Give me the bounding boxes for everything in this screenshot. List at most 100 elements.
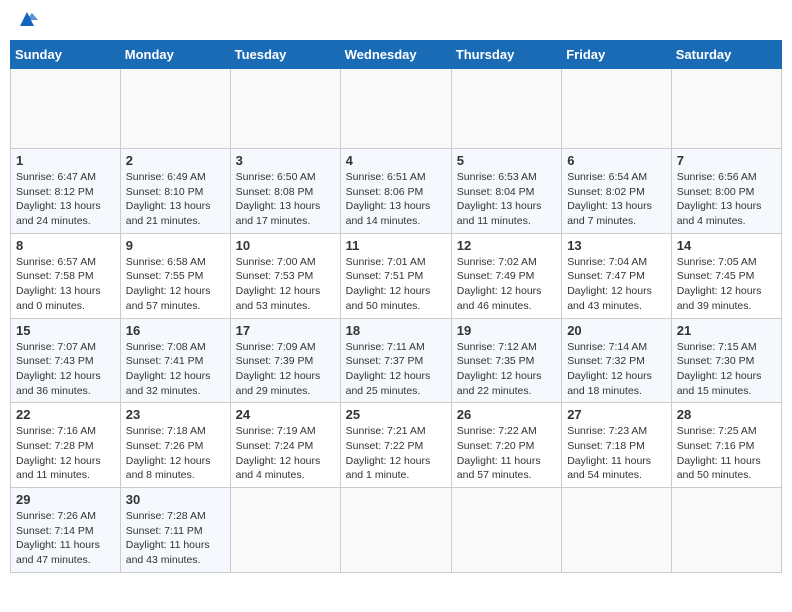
day-info: Sunrise: 7:05 AMSunset: 7:45 PMDaylight:… [677,255,776,314]
calendar-cell: 9 Sunrise: 6:58 AMSunset: 7:55 PMDaylight… [120,233,230,318]
calendar-cell [11,69,121,149]
calendar-cell: 28 Sunrise: 7:25 AMSunset: 7:16 PMDayligh… [671,403,781,488]
calendar-week-row: 22 Sunrise: 7:16 AMSunset: 7:28 PMDayligh… [11,403,782,488]
calendar-cell [671,69,781,149]
column-header-saturday: Saturday [671,41,781,69]
column-header-thursday: Thursday [451,41,561,69]
day-number: 4 [346,153,446,168]
calendar-cell: 2 Sunrise: 6:49 AMSunset: 8:10 PMDaylight… [120,149,230,234]
day-number: 14 [677,238,776,253]
calendar-cell: 25 Sunrise: 7:21 AMSunset: 7:22 PMDayligh… [340,403,451,488]
calendar-week-row: 15 Sunrise: 7:07 AMSunset: 7:43 PMDayligh… [11,318,782,403]
day-info: Sunrise: 7:16 AMSunset: 7:28 PMDaylight:… [16,424,115,483]
calendar-cell [120,69,230,149]
calendar-cell: 11Sunrise: 7:01 AMSunset: 7:51 PMDayligh… [340,233,451,318]
calendar-cell: 15 Sunrise: 7:07 AMSunset: 7:43 PMDayligh… [11,318,121,403]
day-number: 17 [236,323,335,338]
calendar-cell [230,488,340,573]
calendar-cell: 30 Sunrise: 7:28 AMSunset: 7:11 PMDayligh… [120,488,230,573]
calendar-cell: 7Sunrise: 6:56 AMSunset: 8:00 PMDaylight… [671,149,781,234]
day-info: Sunrise: 7:11 AMSunset: 7:37 PMDaylight:… [346,340,446,399]
day-info: Sunrise: 7:28 AMSunset: 7:11 PMDaylight:… [126,509,225,568]
calendar-cell: 13Sunrise: 7:04 AMSunset: 7:47 PMDayligh… [562,233,672,318]
day-number: 20 [567,323,666,338]
day-number: 28 [677,407,776,422]
day-info: Sunrise: 7:09 AMSunset: 7:39 PMDaylight:… [236,340,335,399]
day-info: Sunrise: 7:25 AMSunset: 7:16 PMDaylight:… [677,424,776,483]
calendar-cell [451,488,561,573]
day-number: 21 [677,323,776,338]
day-number: 10 [236,238,335,253]
day-number: 16 [126,323,225,338]
day-number: 25 [346,407,446,422]
calendar-cell [340,488,451,573]
calendar-cell: 23 Sunrise: 7:18 AMSunset: 7:26 PMDayligh… [120,403,230,488]
day-number: 3 [236,153,335,168]
day-number: 12 [457,238,556,253]
calendar-table: SundayMondayTuesdayWednesdayThursdayFrid… [10,40,782,573]
calendar-cell [562,488,672,573]
day-number: 8 [16,238,115,253]
calendar-cell: 29 Sunrise: 7:26 AMSunset: 7:14 PMDayligh… [11,488,121,573]
day-info: Sunrise: 7:07 AMSunset: 7:43 PMDaylight:… [16,340,115,399]
day-number: 27 [567,407,666,422]
calendar-cell [671,488,781,573]
column-header-sunday: Sunday [11,41,121,69]
day-info: Sunrise: 7:12 AMSunset: 7:35 PMDaylight:… [457,340,556,399]
day-number: 5 [457,153,556,168]
day-info: Sunrise: 7:04 AMSunset: 7:47 PMDaylight:… [567,255,666,314]
day-number: 9 [126,238,225,253]
day-number: 30 [126,492,225,507]
page-header [10,10,782,32]
column-header-friday: Friday [562,41,672,69]
calendar-cell [230,69,340,149]
day-info: Sunrise: 7:21 AMSunset: 7:22 PMDaylight:… [346,424,446,483]
calendar-cell [451,69,561,149]
calendar-cell: 4 Sunrise: 6:51 AMSunset: 8:06 PMDaylight… [340,149,451,234]
calendar-cell: 14 Sunrise: 7:05 AMSunset: 7:45 PMDayligh… [671,233,781,318]
calendar-cell: 3 Sunrise: 6:50 AMSunset: 8:08 PMDaylight… [230,149,340,234]
day-info: Sunrise: 7:00 AMSunset: 7:53 PMDaylight:… [236,255,335,314]
calendar-header-row: SundayMondayTuesdayWednesdayThursdayFrid… [11,41,782,69]
calendar-cell: 18Sunrise: 7:11 AMSunset: 7:37 PMDayligh… [340,318,451,403]
calendar-cell: 22 Sunrise: 7:16 AMSunset: 7:28 PMDayligh… [11,403,121,488]
day-info: Sunrise: 7:15 AMSunset: 7:30 PMDaylight:… [677,340,776,399]
column-header-tuesday: Tuesday [230,41,340,69]
calendar-cell: 21 Sunrise: 7:15 AMSunset: 7:30 PMDayligh… [671,318,781,403]
day-info: Sunrise: 7:26 AMSunset: 7:14 PMDaylight:… [16,509,115,568]
calendar-cell: 20Sunrise: 7:14 AMSunset: 7:32 PMDayligh… [562,318,672,403]
calendar-cell: 5Sunrise: 6:53 AMSunset: 8:04 PMDaylight… [451,149,561,234]
calendar-cell: 26Sunrise: 7:22 AMSunset: 7:20 PMDayligh… [451,403,561,488]
day-info: Sunrise: 7:08 AMSunset: 7:41 PMDaylight:… [126,340,225,399]
day-number: 1 [16,153,115,168]
day-info: Sunrise: 7:23 AMSunset: 7:18 PMDaylight:… [567,424,666,483]
calendar-cell: 8 Sunrise: 6:57 AMSunset: 7:58 PMDaylight… [11,233,121,318]
day-number: 26 [457,407,556,422]
calendar-week-row [11,69,782,149]
column-header-monday: Monday [120,41,230,69]
logo-icon [16,8,38,30]
day-info: Sunrise: 6:58 AMSunset: 7:55 PMDaylight:… [126,255,225,314]
column-header-wednesday: Wednesday [340,41,451,69]
day-number: 29 [16,492,115,507]
day-number: 23 [126,407,225,422]
day-number: 2 [126,153,225,168]
logo [14,10,39,32]
day-info: Sunrise: 7:19 AMSunset: 7:24 PMDaylight:… [236,424,335,483]
calendar-cell: 19 Sunrise: 7:12 AMSunset: 7:35 PMDayligh… [451,318,561,403]
day-info: Sunrise: 6:47 AMSunset: 8:12 PMDaylight:… [16,170,115,229]
day-info: Sunrise: 6:51 AMSunset: 8:06 PMDaylight:… [346,170,446,229]
day-info: Sunrise: 6:49 AMSunset: 8:10 PMDaylight:… [126,170,225,229]
calendar-cell: 10 Sunrise: 7:00 AMSunset: 7:53 PMDayligh… [230,233,340,318]
day-number: 19 [457,323,556,338]
day-info: Sunrise: 6:50 AMSunset: 8:08 PMDaylight:… [236,170,335,229]
day-info: Sunrise: 7:18 AMSunset: 7:26 PMDaylight:… [126,424,225,483]
day-number: 22 [16,407,115,422]
calendar-cell [562,69,672,149]
day-info: Sunrise: 7:02 AMSunset: 7:49 PMDaylight:… [457,255,556,314]
calendar-cell: 17 Sunrise: 7:09 AMSunset: 7:39 PMDayligh… [230,318,340,403]
day-number: 15 [16,323,115,338]
calendar-cell [340,69,451,149]
day-info: Sunrise: 6:57 AMSunset: 7:58 PMDaylight:… [16,255,115,314]
day-info: Sunrise: 6:54 AMSunset: 8:02 PMDaylight:… [567,170,666,229]
